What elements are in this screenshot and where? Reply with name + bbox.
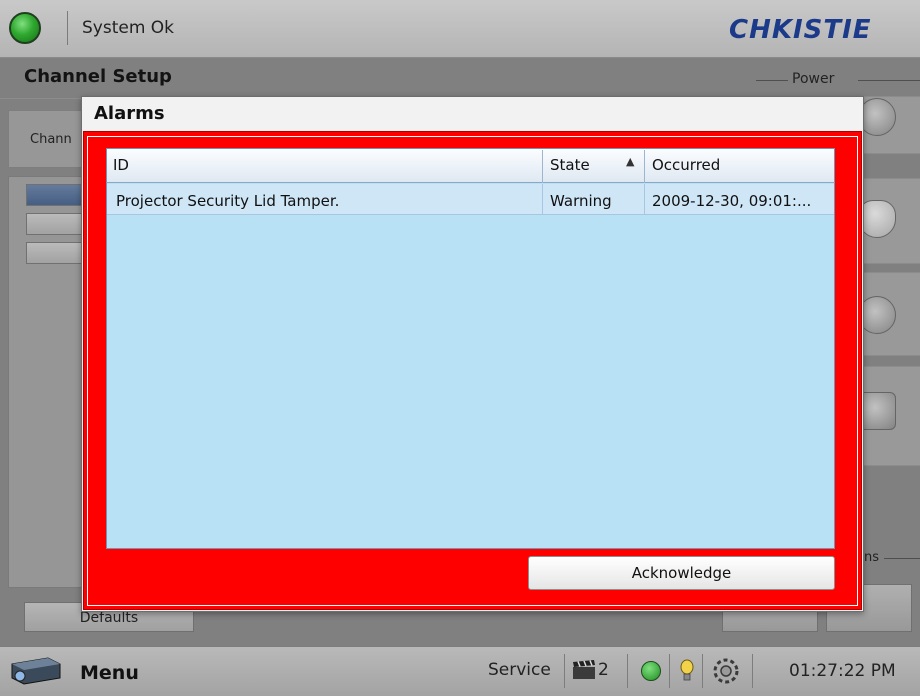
cell-occurred: 2009-12-30, 09:01:... xyxy=(652,192,812,210)
shutter-status-icon[interactable] xyxy=(711,656,741,686)
cell-separator xyxy=(644,184,645,215)
column-header-id[interactable]: ID xyxy=(113,156,129,174)
clock: 01:27:22 PM xyxy=(789,661,896,681)
service-label: Service xyxy=(488,660,551,680)
christie-logo: CHKISTIE xyxy=(729,15,872,45)
clapper-count: 2 xyxy=(598,660,609,680)
system-status-text: System Ok xyxy=(82,18,175,38)
column-header-occurred[interactable]: Occurred xyxy=(652,156,720,174)
column-separator[interactable] xyxy=(644,150,645,183)
column-separator[interactable] xyxy=(542,150,543,183)
column-header-state[interactable]: State xyxy=(550,156,590,174)
cell-id: Projector Security Lid Tamper. xyxy=(116,192,340,210)
power-status-icon[interactable] xyxy=(641,661,661,681)
cell-state: Warning xyxy=(550,192,612,210)
lamp-status-icon[interactable] xyxy=(680,659,694,683)
projector-menu-icon[interactable] xyxy=(8,654,64,686)
cell-separator xyxy=(542,184,543,215)
system-status-led-icon[interactable] xyxy=(9,12,41,44)
bottom-divider xyxy=(702,654,703,688)
menu-label[interactable]: Menu xyxy=(80,662,139,684)
dialog-title: Alarms xyxy=(94,103,165,124)
bottom-divider xyxy=(627,654,628,688)
bottom-divider xyxy=(564,654,565,688)
table-header xyxy=(106,148,835,183)
top-divider xyxy=(67,11,68,45)
sort-ascending-icon: ▲ xyxy=(626,155,635,168)
bottom-divider xyxy=(669,654,670,688)
clapperboard-icon[interactable] xyxy=(572,660,596,680)
acknowledge-button[interactable]: Acknowledge xyxy=(528,556,835,590)
bottom-divider xyxy=(752,654,753,688)
